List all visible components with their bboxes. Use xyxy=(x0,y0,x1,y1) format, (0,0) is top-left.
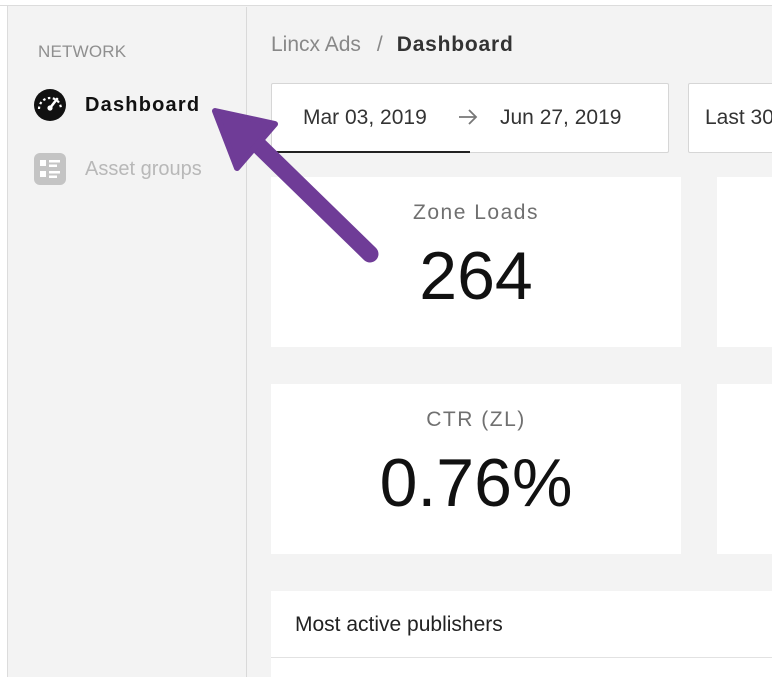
ctr-card: CTR (ZL) 0.76% xyxy=(271,384,681,554)
breadcrumb-root-link[interactable]: Lincx Ads xyxy=(271,33,361,57)
panel-title: Most active publishers xyxy=(295,613,503,636)
sidebar-section-label: NETWORK xyxy=(38,42,127,61)
metric-value: 0.76% xyxy=(379,445,573,521)
date-preset-label: Last 30 xyxy=(705,106,772,129)
window-top-edge xyxy=(0,0,772,6)
metric-title: CTR (ZL) xyxy=(426,408,526,431)
date-range-picker[interactable]: Mar 03, 2019 Jun 27, 2019 xyxy=(271,83,669,153)
start-date-input[interactable]: Mar 03, 2019 xyxy=(303,106,427,130)
metric-card xyxy=(717,177,772,347)
breadcrumb-current: Dashboard xyxy=(396,33,514,56)
asset-groups-icon xyxy=(33,152,67,186)
breadcrumb: Lincx Ads / Dashboard xyxy=(271,33,514,57)
sidebar-item-asset-groups[interactable]: Asset groups xyxy=(33,151,202,187)
breadcrumb-separator: / xyxy=(376,33,383,56)
sidebar-item-dashboard[interactable]: Dashboard xyxy=(33,87,200,123)
panel-divider xyxy=(271,657,772,658)
end-date-input[interactable]: Jun 27, 2019 xyxy=(500,106,621,130)
window-left-edge xyxy=(0,6,8,677)
most-active-publishers-panel: Most active publishers xyxy=(271,591,772,677)
main-content: Lincx Ads / Dashboard Mar 03, 2019 Jun 2… xyxy=(248,7,772,677)
active-input-underline xyxy=(272,151,470,153)
sidebar: NETWORK Dashboard Asset groups xyxy=(9,7,247,677)
arrow-right-icon xyxy=(457,106,479,133)
speedometer-icon xyxy=(33,88,67,122)
sidebar-item-label: Dashboard xyxy=(85,93,201,116)
metric-title: Zone Loads xyxy=(413,201,539,224)
date-preset-select[interactable]: Last 30 xyxy=(688,83,772,153)
metric-value: 264 xyxy=(419,238,533,314)
sidebar-item-label: Asset groups xyxy=(85,157,202,180)
zone-loads-card: Zone Loads 264 xyxy=(271,177,681,347)
metric-card xyxy=(717,384,772,554)
